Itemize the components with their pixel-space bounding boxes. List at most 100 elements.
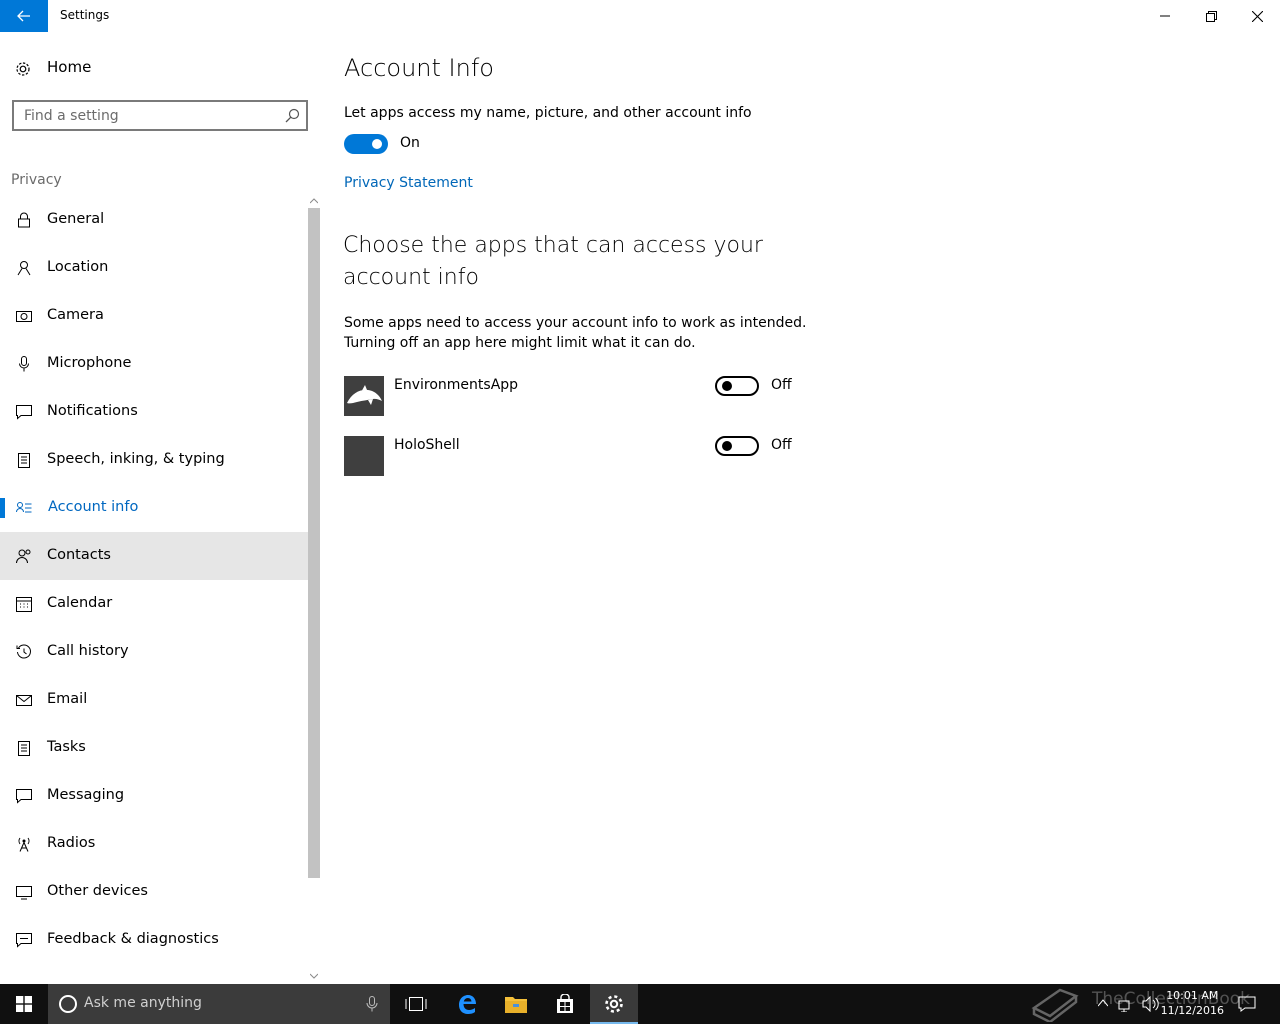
taskbar-clock[interactable]: 10:01 AM 11/12/2016 <box>1161 988 1224 1018</box>
sidebar-item-label: Contacts <box>47 547 111 563</box>
environmentsapp-icon <box>344 376 384 416</box>
location-icon <box>17 261 31 276</box>
toggle-knob <box>372 139 382 149</box>
start-button[interactable] <box>0 984 48 1024</box>
sidebar-item-email[interactable]: Email <box>0 676 308 724</box>
minimize-button[interactable] <box>1142 0 1188 32</box>
notifications-icon <box>16 405 32 420</box>
scroll-down-arrow-icon[interactable] <box>310 972 318 980</box>
sidebar-item-label: Other devices <box>47 883 148 899</box>
sidebar-item-feedback[interactable]: Feedback & diagnostics <box>0 916 308 964</box>
back-button[interactable] <box>0 0 48 32</box>
task-view-button[interactable] <box>392 984 440 1024</box>
sidebar-item-label: Email <box>47 691 88 707</box>
sidebar-item-speech[interactable]: Speech, inking, & typing <box>0 436 308 484</box>
home-label: Home <box>47 58 92 76</box>
sidebar-item-label: General <box>47 211 105 227</box>
radios-icon <box>18 837 30 852</box>
minimize-icon <box>1160 15 1170 17</box>
sidebar-item-label: Calendar <box>47 595 113 611</box>
contacts-icon <box>16 549 31 564</box>
windows-logo-icon <box>16 996 32 1012</box>
store-button[interactable] <box>541 984 589 1024</box>
sidebar-item-label: Messaging <box>47 787 125 803</box>
close-icon <box>1251 10 1263 22</box>
privacy-section-label: Privacy <box>11 172 62 188</box>
sidebar-item-radios[interactable]: Radios <box>0 820 308 868</box>
app-row-environmentsapp: EnvironmentsApp Off <box>344 376 804 416</box>
sidebar-item-label: Camera <box>47 307 104 323</box>
sidebar-item-contacts[interactable]: Contacts <box>0 532 308 580</box>
sidebar-item-messaging[interactable]: Messaging <box>0 772 308 820</box>
microphone-icon <box>19 356 29 372</box>
sidebar-item-label: Speech, inking, & typing <box>47 451 225 467</box>
camera-icon <box>16 311 32 322</box>
restore-icon <box>1205 10 1217 22</box>
account-access-toggle[interactable] <box>344 134 388 154</box>
tasks-icon <box>18 741 30 756</box>
cortana-placeholder: Ask me anything <box>84 995 202 1011</box>
window-title: Settings <box>60 8 110 22</box>
file-explorer-button[interactable] <box>492 984 540 1024</box>
sidebar-item-other-devices[interactable]: Other devices <box>0 868 308 916</box>
gear-icon <box>16 62 30 76</box>
sidebar-item-label: Call history <box>47 643 129 659</box>
scroll-up-arrow-icon[interactable] <box>310 197 318 205</box>
show-hidden-icons-chevron-icon[interactable] <box>1098 999 1108 1007</box>
call-history-icon <box>16 644 31 659</box>
other-devices-icon <box>16 886 32 900</box>
feedback-icon <box>16 933 32 948</box>
sidebar-item-calendar[interactable]: Calendar <box>0 580 308 628</box>
sidebar-item-label: Location <box>47 259 109 275</box>
sidebar-item-account-info[interactable]: Account info <box>0 484 308 532</box>
settings-taskbar-button[interactable] <box>590 984 638 1024</box>
app-row-holoshell: HoloShell Off <box>344 436 804 476</box>
sidebar-item-microphone[interactable]: Microphone <box>0 340 308 388</box>
microphone-icon[interactable] <box>366 996 378 1012</box>
restore-button[interactable] <box>1188 0 1234 32</box>
sidebar-item-call-history[interactable]: Call history <box>0 628 308 676</box>
edge-browser-icon <box>459 995 476 1014</box>
toggle-knob <box>722 381 732 391</box>
title-bar: Settings <box>0 0 1280 32</box>
description-line: Some apps need to access your account in… <box>344 315 807 331</box>
main-content: Account Info Let apps access my name, pi… <box>320 32 1280 984</box>
holoshell-toggle[interactable] <box>715 436 759 456</box>
account-info-icon <box>16 502 32 513</box>
sidebar-item-tasks[interactable]: Tasks <box>0 724 308 772</box>
action-center-icon[interactable] <box>1238 996 1256 1012</box>
home-nav-item[interactable]: Home <box>0 52 308 84</box>
messaging-icon <box>16 789 32 804</box>
folder-icon <box>505 997 527 1013</box>
edge-button[interactable] <box>443 984 491 1024</box>
toggle-knob <box>722 441 732 451</box>
sidebar-item-label: Notifications <box>47 403 138 419</box>
clock-date: 11/12/2016 <box>1160 1004 1224 1017</box>
sidebar-item-label: Radios <box>47 835 96 851</box>
scroll-thumb[interactable] <box>308 208 320 878</box>
environmentsapp-toggle[interactable] <box>715 376 759 396</box>
apps-section-description: Some apps need to access your account in… <box>344 313 864 353</box>
sidebar-item-location[interactable]: Location <box>0 244 308 292</box>
sidebar-item-camera[interactable]: Camera <box>0 292 308 340</box>
dolphin-icon <box>347 385 382 405</box>
lock-icon <box>18 212 30 228</box>
search-box[interactable] <box>12 100 308 131</box>
app-name: EnvironmentsApp <box>394 377 519 393</box>
cortana-search-box[interactable]: Ask me anything <box>48 984 390 1024</box>
search-icon[interactable] <box>285 108 300 123</box>
privacy-statement-link[interactable]: Privacy Statement <box>344 175 473 191</box>
page-title: Account Info <box>344 54 494 82</box>
cortana-icon <box>59 995 77 1013</box>
volume-icon[interactable] <box>1142 996 1160 1012</box>
holoshell-icon <box>344 436 384 476</box>
network-icon[interactable] <box>1118 996 1136 1012</box>
close-button[interactable] <box>1234 0 1280 32</box>
sidebar-item-general[interactable]: General <box>0 196 308 244</box>
sidebar-item-label: Feedback & diagnostics <box>47 931 219 947</box>
sidebar-scrollbar[interactable] <box>308 196 320 982</box>
book-watermark-icon <box>1031 988 1079 1022</box>
sidebar-item-notifications[interactable]: Notifications <box>0 388 308 436</box>
search-input[interactable] <box>14 102 274 129</box>
taskbar: Ask me anything TheCollectionBook 10:01 … <box>0 984 1280 1024</box>
